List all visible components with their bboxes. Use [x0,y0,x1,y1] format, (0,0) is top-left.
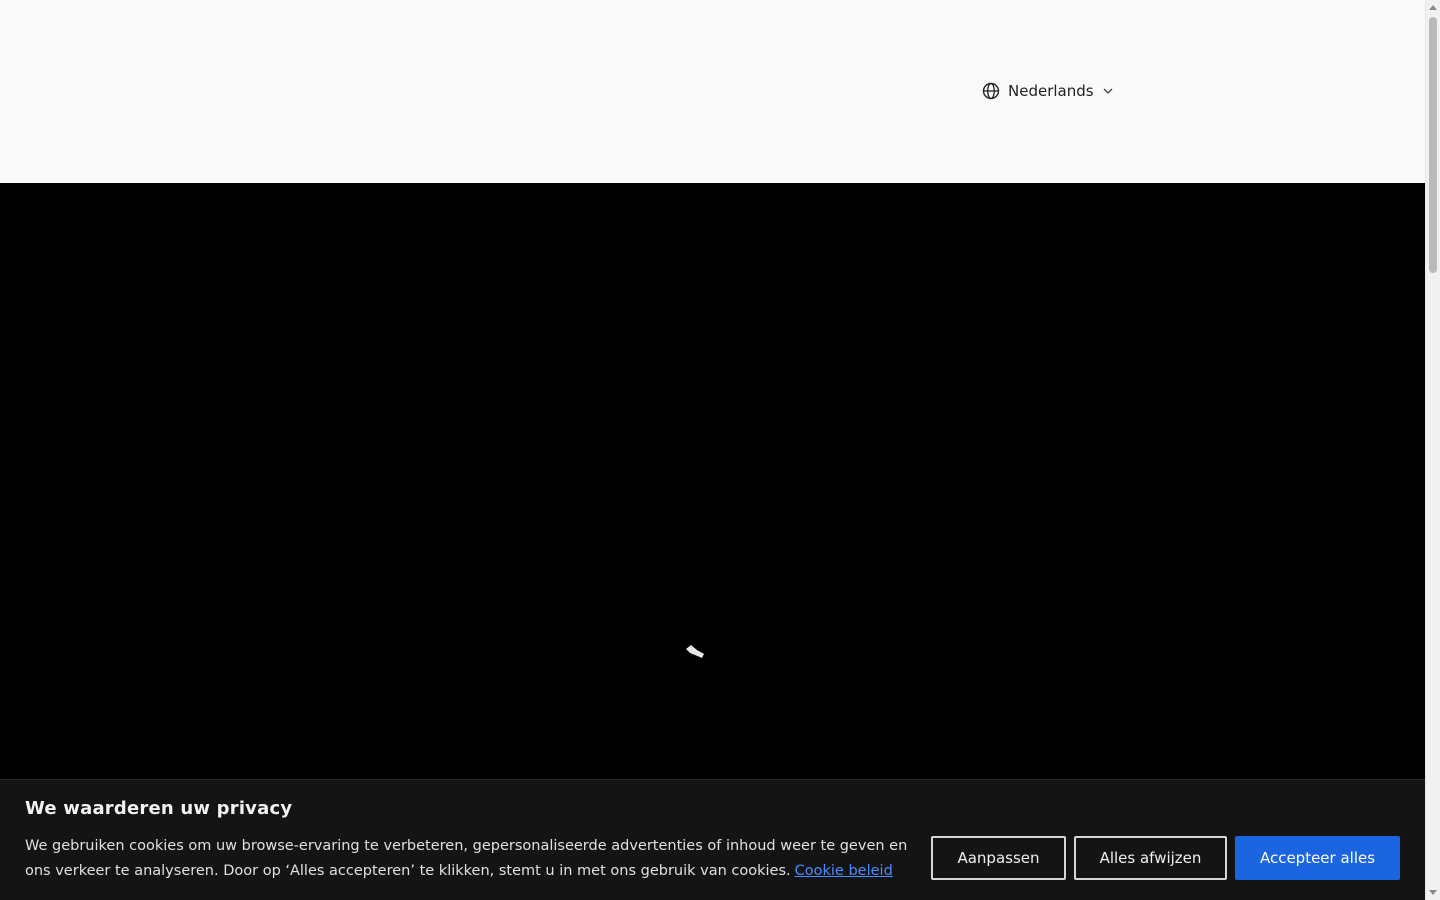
scroll-down-icon[interactable] [1429,890,1437,895]
language-label: Nederlands [1008,82,1094,100]
chevron-down-icon [1103,88,1113,94]
language-selector[interactable]: Nederlands [982,80,1114,102]
globe-icon [982,82,1000,100]
customize-button[interactable]: Aanpassen [931,836,1066,880]
site-header: Nederlands [0,0,1425,183]
reject-all-button[interactable]: Alles afwijzen [1074,836,1227,880]
scrollbar-thumb[interactable] [1429,17,1437,273]
cookie-banner-text: We gebruiken cookies om uw browse-ervari… [25,834,915,884]
cookie-policy-link[interactable]: Cookie beleid [795,863,893,879]
page: Nederlands We waarderen uw privacy We ge… [0,0,1425,900]
cookie-banner: We waarderen uw privacy We gebruiken coo… [0,779,1425,900]
cookie-banner-title: We waarderen uw privacy [25,798,293,819]
vertical-scrollbar[interactable] [1425,0,1440,900]
loading-spinner-icon [686,645,704,658]
accept-all-button[interactable]: Accepteer alles [1235,836,1400,880]
scroll-up-icon[interactable] [1429,5,1437,10]
cookie-banner-description: We gebruiken cookies om uw browse-ervari… [25,838,908,879]
